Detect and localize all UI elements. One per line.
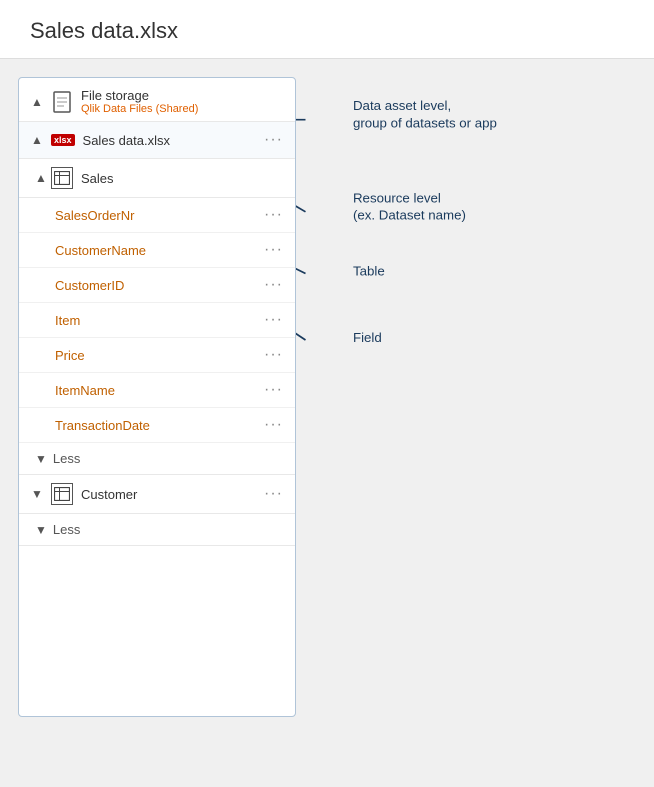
less-customer-label: Less [53, 522, 80, 537]
collapse-customer-button[interactable]: ▼ [27, 484, 47, 504]
customer-table-menu[interactable]: ··· [260, 485, 287, 503]
svg-text:group of datasets or app: group of datasets or app [353, 115, 497, 130]
less-sales-button[interactable]: ▼ Less [19, 443, 295, 475]
left-panel: ▲ File storage Qlik Data Files (Shared) … [18, 77, 296, 717]
field-transactiondate: TransactionDate [55, 418, 260, 433]
field-customerid-menu[interactable]: ··· [260, 276, 287, 294]
svg-text:Resource level: Resource level [353, 190, 441, 205]
field-row-item: Item ··· [19, 303, 295, 338]
field-customerid: CustomerID [55, 278, 260, 293]
resource-menu-button[interactable]: ··· [260, 131, 287, 149]
resource-row: ▲ xlsx Sales data.xlsx ··· [19, 122, 295, 159]
table-icon [51, 167, 73, 189]
collapse-file-storage-button[interactable]: ▲ [27, 92, 47, 112]
field-row-salesordernr: SalesOrderNr ··· [19, 198, 295, 233]
less-customer-chevron-icon: ▼ [35, 523, 47, 537]
field-salesordernr-menu[interactable]: ··· [260, 206, 287, 224]
field-row-itemname: ItemName ··· [19, 373, 295, 408]
resource-name: Sales data.xlsx [83, 133, 260, 148]
less-sales-chevron-icon: ▼ [35, 452, 47, 466]
page-title: Sales data.xlsx [0, 0, 654, 59]
field-price: Price [55, 348, 260, 363]
collapse-sales-table-button[interactable]: ▲ [27, 168, 47, 188]
file-storage-name: File storage [81, 88, 198, 103]
file-icon [51, 91, 73, 113]
field-price-menu[interactable]: ··· [260, 346, 287, 364]
customer-table-row: ▼ Customer ··· [19, 475, 295, 514]
file-storage-info: File storage Qlik Data Files (Shared) [81, 88, 198, 115]
field-item: Item [55, 313, 260, 328]
collapse-resource-button[interactable]: ▲ [27, 130, 47, 150]
file-storage-subtitle: Qlik Data Files (Shared) [81, 103, 198, 115]
field-row-customername: CustomerName ··· [19, 233, 295, 268]
main-content: ▲ File storage Qlik Data Files (Shared) … [0, 59, 654, 735]
less-customer-button[interactable]: ▼ Less [19, 514, 295, 546]
field-customername-menu[interactable]: ··· [260, 241, 287, 259]
field-row-customerid: CustomerID ··· [19, 268, 295, 303]
svg-text:Data asset level,: Data asset level, [353, 98, 451, 113]
field-transactiondate-menu[interactable]: ··· [260, 416, 287, 434]
customer-table-icon [51, 483, 73, 505]
svg-text:Table: Table [353, 263, 385, 278]
field-customername: CustomerName [55, 243, 260, 258]
field-itemname-menu[interactable]: ··· [260, 381, 287, 399]
file-storage-row: ▲ File storage Qlik Data Files (Shared) [19, 78, 295, 122]
customer-table-name: Customer [81, 487, 260, 502]
xlsx-badge: xlsx [51, 134, 75, 146]
page-container: Sales data.xlsx ▲ File storage Qlik Data… [0, 0, 654, 787]
field-item-menu[interactable]: ··· [260, 311, 287, 329]
field-itemname: ItemName [55, 383, 260, 398]
annotations-area: Data asset level, group of datasets or a… [296, 77, 636, 717]
less-sales-label: Less [53, 451, 80, 466]
field-salesordernr: SalesOrderNr [55, 208, 260, 223]
svg-text:(ex. Dataset name): (ex. Dataset name) [353, 207, 466, 222]
sales-table-row: ▲ Sales [19, 159, 295, 198]
svg-text:Field: Field [353, 330, 382, 345]
field-row-price: Price ··· [19, 338, 295, 373]
sales-table-name: Sales [81, 171, 287, 186]
field-row-transactiondate: TransactionDate ··· [19, 408, 295, 443]
